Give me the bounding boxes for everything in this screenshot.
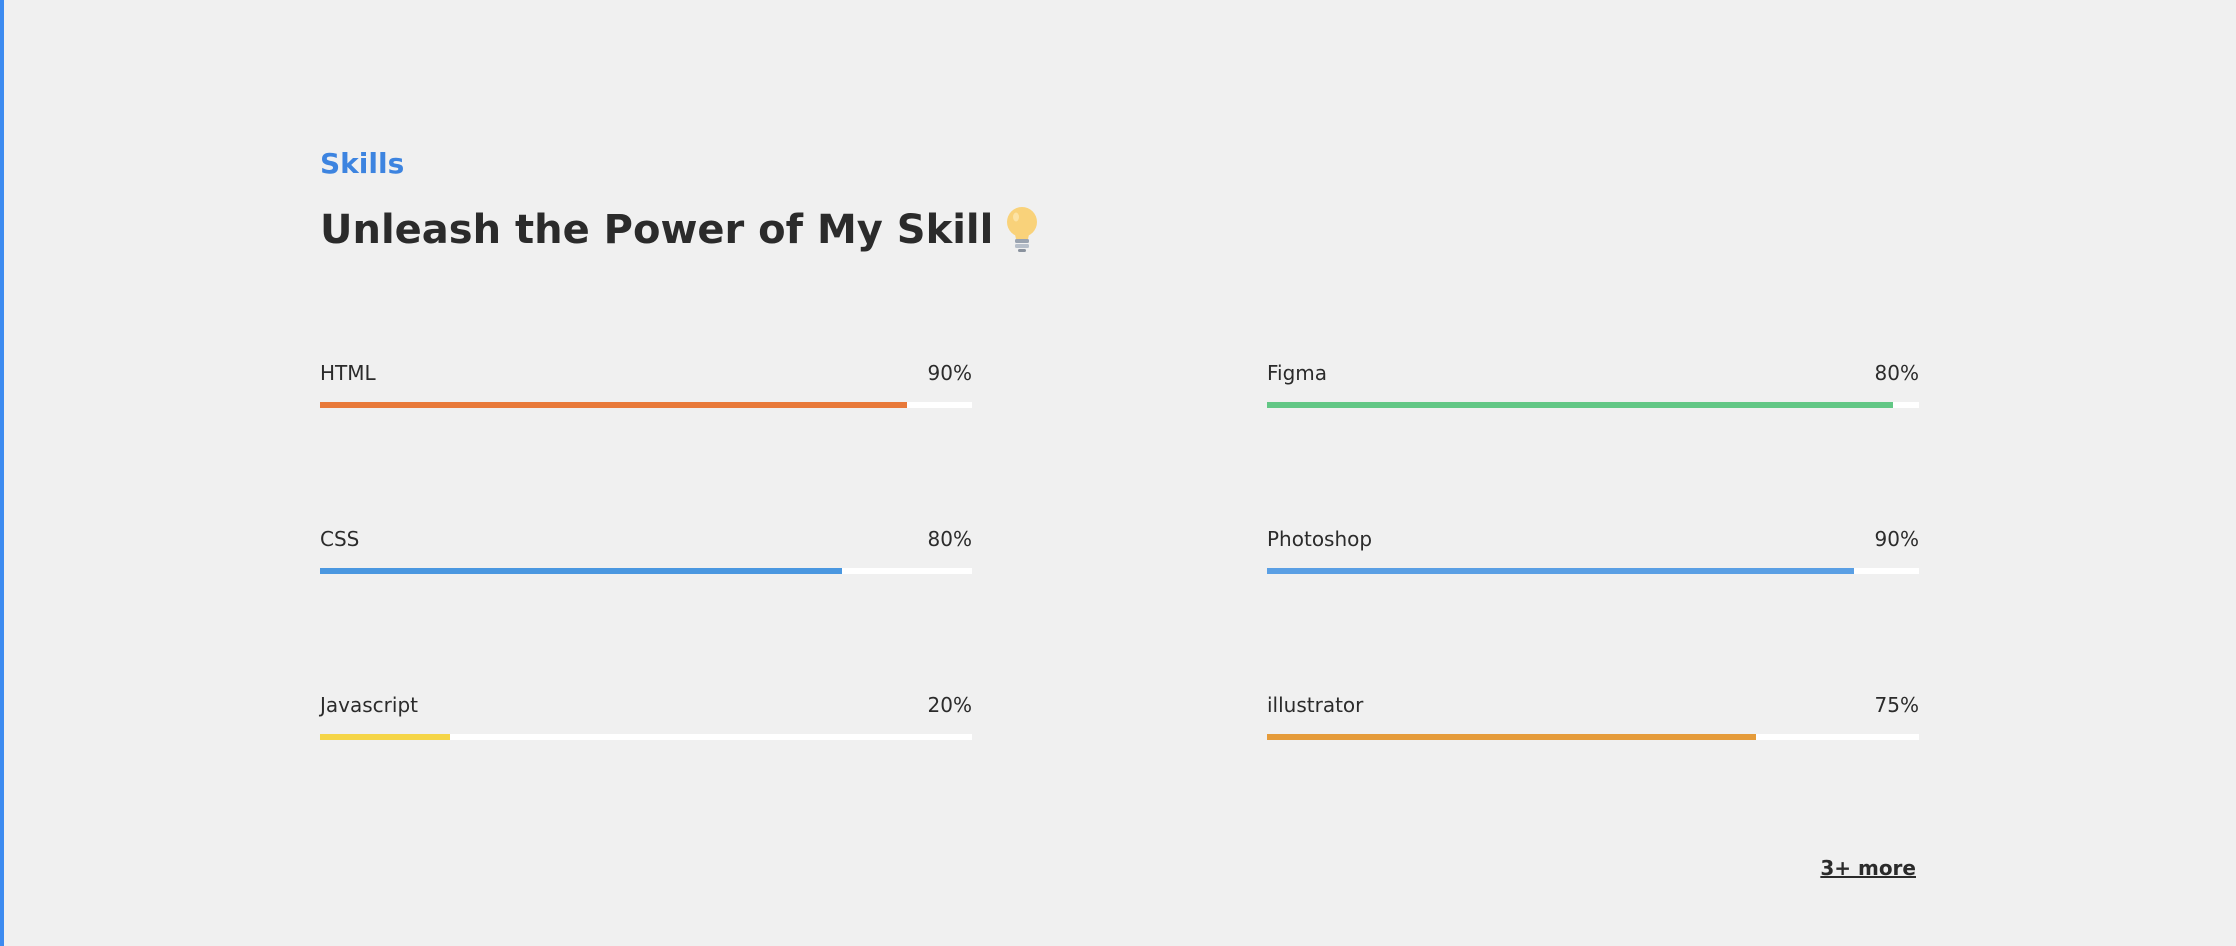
skill-progress-track <box>320 402 972 408</box>
skill-progress-fill <box>1267 402 1893 408</box>
skill-progress-fill <box>320 734 451 740</box>
left-accent-bar <box>0 0 4 946</box>
lightbulb-icon <box>1005 206 1039 254</box>
skill-progress-fill <box>320 402 907 408</box>
skill-name: HTML <box>320 361 376 385</box>
skill-name: Figma <box>1267 361 1328 385</box>
skill-progress-track <box>1267 734 1919 740</box>
skill-progress-track <box>320 568 972 574</box>
skill-item-figma: Figma 80% <box>1267 360 1919 420</box>
skill-name: Javascript <box>320 693 418 717</box>
skill-item-javascript: Javascript 20% <box>320 692 972 752</box>
skill-progress-fill <box>1267 734 1756 740</box>
skill-item-html: HTML 90% <box>320 360 972 420</box>
skill-name: CSS <box>320 527 360 551</box>
skill-progress-track <box>1267 402 1919 408</box>
skill-percent: 80% <box>1874 361 1919 385</box>
skill-progress-track <box>1267 568 1919 574</box>
skill-percent: 75% <box>1874 693 1919 717</box>
skill-progress-track <box>320 734 972 740</box>
skill-item-illustrator: illustrator 75% <box>1267 692 1919 752</box>
skill-percent: 90% <box>927 361 972 385</box>
skill-item-css: CSS 80% <box>320 526 972 586</box>
skill-percent: 20% <box>927 693 972 717</box>
skill-progress-fill <box>1267 568 1854 574</box>
skill-name: illustrator <box>1267 693 1364 717</box>
section-heading-text: Unleash the Power of My Skill <box>320 207 994 253</box>
skill-percent: 90% <box>1874 527 1919 551</box>
skill-percent: 80% <box>927 527 972 551</box>
skill-name: Photoshop <box>1267 527 1373 551</box>
skills-section: Skills Unleash the Power of My Skill HTM… <box>320 146 1920 880</box>
section-heading: Unleash the Power of My Skill <box>320 202 1920 258</box>
more-skills-link[interactable]: 3+ more <box>1820 856 1916 880</box>
skill-progress-fill <box>320 568 842 574</box>
skill-item-photoshop: Photoshop 90% <box>1267 526 1919 586</box>
section-eyebrow: Skills <box>320 147 405 180</box>
